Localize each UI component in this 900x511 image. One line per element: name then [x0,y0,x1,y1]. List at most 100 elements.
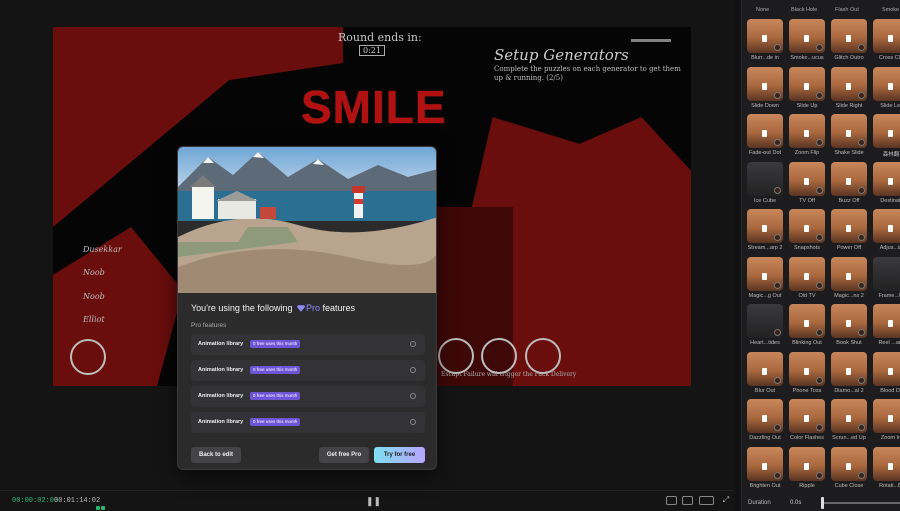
duration-label: Duration [748,500,771,506]
effect-tile[interactable] [831,446,867,481]
download-icon [816,91,823,99]
download-icon [858,91,865,99]
effect-tile[interactable] [789,66,825,101]
radio-icon[interactable] [410,367,416,373]
usage-badge: 0 free uses this month [250,418,301,426]
feature-row[interactable]: Animation library 0 free uses this month [191,360,425,381]
effect-tile[interactable] [873,209,900,243]
effect-tile[interactable] [873,304,900,338]
feature-row[interactable]: Animation library 0 free uses this month [191,334,425,355]
effect-tile[interactable] [873,399,900,433]
effect-tile[interactable] [831,66,867,101]
effect-tile-label: Rotati...Bl [879,482,900,489]
feature-row[interactable]: Animation library 0 free uses this month [191,412,425,433]
download-icon [858,281,865,289]
try-for-free-button[interactable]: Try for free [374,447,425,463]
download-icon [774,139,781,146]
download-icon [858,376,865,384]
effect-tile[interactable] [789,209,825,243]
radio-icon[interactable] [410,341,416,347]
effect-label-black-hole: Black Hole [791,7,818,13]
feature-name: Animation library [198,367,244,373]
download-icon [858,139,865,146]
effect-tile[interactable] [747,446,783,481]
effect-tile[interactable] [747,66,783,101]
download-icon [816,329,823,336]
effect-tile[interactable] [747,161,783,196]
effect-tile[interactable] [789,351,825,386]
dialog-title-prefix: You're using the following [191,303,293,313]
download-icon [774,234,781,241]
effect-tile[interactable] [789,19,825,53]
effect-tile[interactable] [873,19,900,53]
effect-tile[interactable] [747,114,783,148]
effect-tile[interactable] [789,161,825,196]
effect-tile[interactable] [873,161,900,196]
feature-name: Animation library [198,419,244,425]
effect-tile[interactable] [789,399,825,433]
effect-tile[interactable] [873,66,900,101]
current-timecode: 00:00:02:03 [12,497,59,505]
get-free-pro-button[interactable]: Get free Pro [319,447,369,463]
back-to-edit-button[interactable]: Back to edit [191,447,241,463]
effect-tile[interactable] [831,209,867,243]
feature-name: Animation library [198,393,244,399]
dialog-title: You're using the following Pro features [191,303,355,313]
download-icon [816,139,823,146]
effect-tile[interactable] [789,256,825,291]
effect-tile[interactable] [831,351,867,386]
fit-icon[interactable] [666,496,677,505]
effect-tile-label: Cross Clo [878,55,900,61]
download-icon [858,186,865,194]
effects-panel: None Black Hole Flash Out Smoke Blurr...… [741,0,900,511]
effect-tile[interactable] [831,304,867,338]
effect-tile[interactable] [831,114,867,148]
effect-label-flash-out: Flash Out [835,7,859,13]
effect-tile[interactable] [747,351,783,386]
effect-tile[interactable] [873,256,900,291]
hero-image [178,147,436,293]
usage-badge: 0 free uses this month [250,392,301,400]
effect-tile[interactable] [789,446,825,481]
download-icon [774,91,781,99]
radio-icon[interactable] [410,419,416,425]
download-icon [816,376,823,384]
effect-tile[interactable] [789,114,825,148]
effect-tile[interactable] [873,114,900,148]
download-icon [858,471,865,479]
download-icon [816,186,823,194]
feature-name: Animation library [198,341,244,347]
radio-icon[interactable] [410,393,416,399]
dialog-title-suffix: features [322,303,356,313]
effect-tile[interactable] [747,209,783,243]
effect-tile[interactable] [831,399,867,433]
effect-tile[interactable] [747,256,783,291]
fullscreen-icon[interactable]: ⤢ [722,496,730,505]
duration-value[interactable]: 0.0s [790,500,801,506]
effect-tile-label: Blood Dr [880,387,900,394]
effect-tile[interactable] [747,399,783,433]
effect-label-smoke: Smoke [882,7,900,13]
effect-tile[interactable] [747,19,783,53]
feature-row[interactable]: Animation library 0 free uses this month [191,386,425,407]
download-icon [774,424,781,431]
effect-tile[interactable] [831,256,867,291]
effect-tile[interactable] [873,446,900,481]
pause-icon[interactable]: ❚❚ [366,496,381,507]
duration-slider-handle[interactable] [821,497,824,509]
download-icon [774,471,781,479]
aspect-button[interactable] [699,496,714,505]
effect-tile-label: Reel ...ant [878,340,900,346]
download-icon [858,424,865,431]
effect-tile[interactable] [747,304,783,338]
total-timecode: 00:01:14:02 [54,497,101,505]
effect-tile[interactable] [831,161,867,196]
effect-tile[interactable] [873,351,900,386]
duration-slider-track[interactable] [822,502,900,504]
effect-tile[interactable] [789,304,825,338]
pro-features-dialog: You're using the following Pro features … [177,146,437,470]
ratio-icon[interactable] [682,496,693,505]
timeline-indicator-icon [96,497,108,510]
effect-tile[interactable] [831,19,867,53]
playback-bar: 00:00:02:03 00:01:14:02 ❚❚ ⤢ [0,490,734,511]
